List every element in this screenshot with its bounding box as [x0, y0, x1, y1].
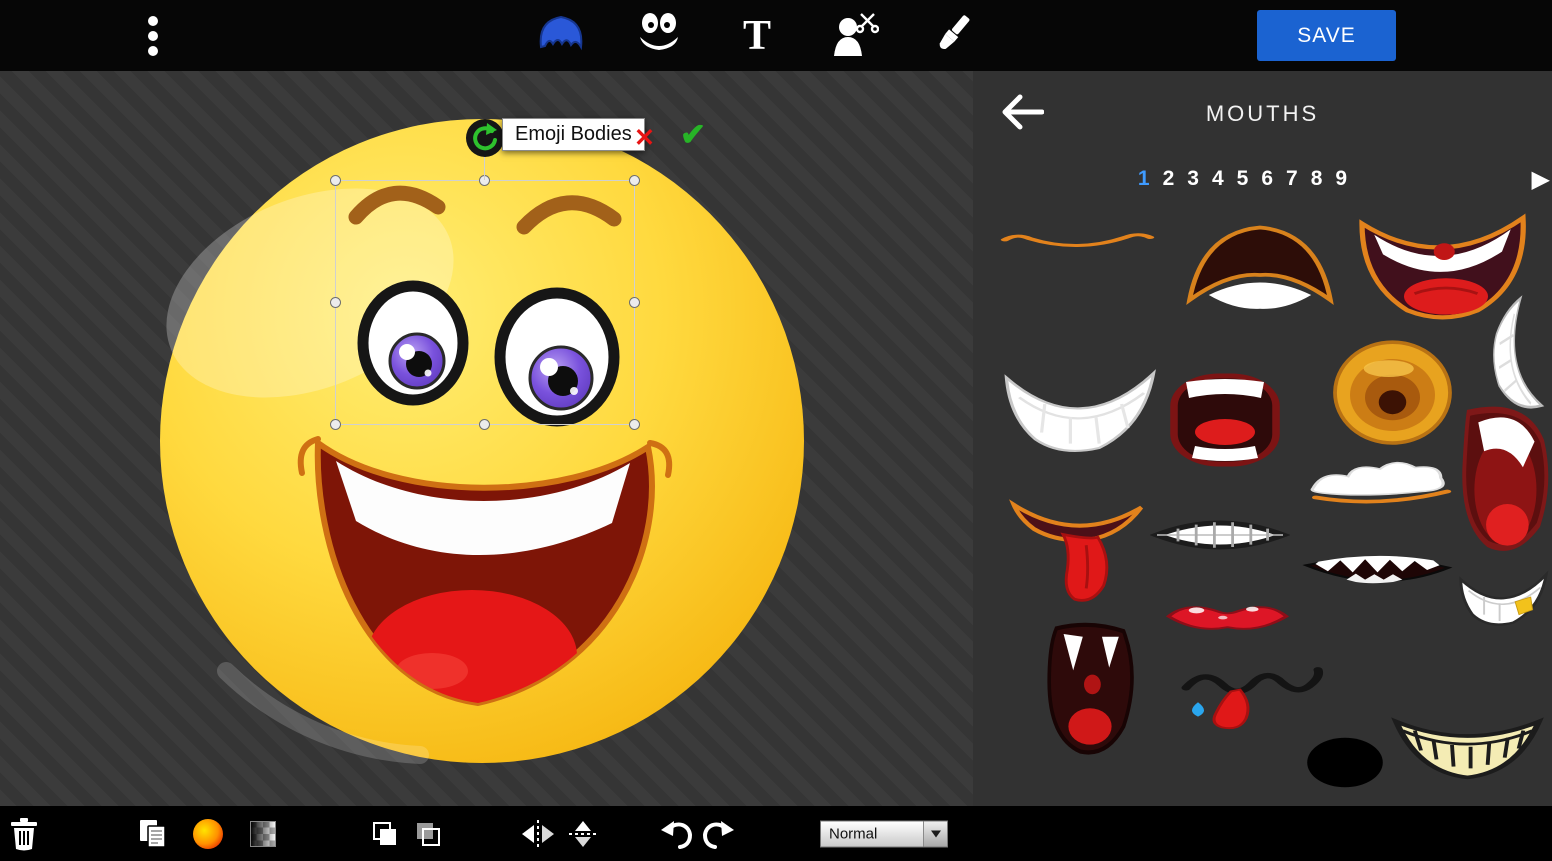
mouth-thumbnail-screaming-fangs[interactable]: [1030, 620, 1150, 760]
mouth-thumbnail-monster-fangs[interactable]: [1300, 540, 1455, 600]
top-toolbar: T: [0, 0, 1552, 71]
tool-cutout[interactable]: [829, 10, 881, 62]
mouth-thumbnail-wide-white-grin[interactable]: [1000, 360, 1160, 470]
bring-forward-button[interactable]: [371, 820, 399, 848]
rotate-stem: [484, 155, 485, 180]
mouth-thumbnail-round-funnel[interactable]: [1330, 335, 1455, 455]
mouth-grid: [973, 71, 1552, 806]
mouth-thumbnail-closed-grin[interactable]: [1150, 495, 1290, 575]
tooltip-label: Emoji Bodies: [515, 123, 632, 146]
paintbrush-icon: [930, 12, 976, 59]
tool-hair[interactable]: [535, 10, 587, 62]
wig-icon: [537, 13, 585, 58]
tool-paint[interactable]: [927, 10, 979, 62]
save-button[interactable]: SAVE: [1257, 10, 1396, 61]
rotate-handle[interactable]: [466, 119, 504, 157]
redo-icon: [702, 837, 736, 852]
selection-handle[interactable]: [479, 419, 490, 430]
redo-button[interactable]: [702, 819, 736, 849]
selection-box[interactable]: [335, 180, 635, 425]
blend-mode-value: Normal: [821, 821, 923, 846]
mouth-thumbnail-wide-toothy-grin[interactable]: [1390, 700, 1545, 790]
selection-handle[interactable]: [330, 419, 341, 430]
blend-mode-select[interactable]: Normal: [820, 820, 948, 847]
mouth-thumbnail-tongue-out[interactable]: [1005, 475, 1150, 610]
tool-group: T: [535, 0, 979, 71]
tool-faces[interactable]: [633, 10, 685, 62]
mouth-thumbnail-gold-tooth-grin[interactable]: [1455, 565, 1552, 645]
transparency-button[interactable]: [250, 821, 276, 847]
text-tool-icon: T: [743, 12, 771, 60]
mouth-thumbnail-thin-smile[interactable]: [995, 205, 1160, 265]
kebab-menu-icon: [147, 46, 159, 61]
selection-handle[interactable]: [330, 297, 341, 308]
mouth-thumbnail-red-lips[interactable]: [1150, 590, 1305, 650]
selection-handle[interactable]: [629, 297, 640, 308]
flip-horizontal-button[interactable]: [520, 819, 556, 849]
copy-icon: [139, 837, 167, 852]
cancel-button[interactable]: ✕: [634, 123, 655, 153]
editor-canvas[interactable]: Emoji Bodies ✕ ✔: [0, 71, 973, 806]
send-backward-icon: [414, 836, 442, 851]
selection-handle[interactable]: [629, 419, 640, 430]
menu-button[interactable]: [138, 14, 168, 58]
selection-tooltip: Emoji Bodies: [502, 118, 645, 151]
dropdown-arrow-icon[interactable]: [923, 821, 947, 846]
mouth-thumbnail-crazy-squiggle[interactable]: [1180, 650, 1330, 740]
selection-handle[interactable]: [330, 175, 341, 186]
rotate-arrow-icon: [469, 142, 501, 157]
person-scissors-icon: [831, 12, 879, 59]
undo-button[interactable]: [659, 819, 693, 849]
trash-icon: [9, 839, 39, 854]
mouths-panel: MOUTHS 123456789 ▶: [973, 71, 1552, 806]
mouth-thumbnail-laughing-open-top[interactable]: [1180, 215, 1340, 340]
color-button[interactable]: [193, 819, 223, 849]
smiley-face-icon: [634, 12, 684, 59]
mouth-thumbnail-big-open-red[interactable]: [1455, 400, 1552, 560]
color-wheel-icon: [193, 819, 223, 849]
flip-horizontal-icon: [520, 837, 556, 852]
flip-vertical-button[interactable]: [568, 819, 598, 849]
transparency-gradient-icon: [250, 835, 276, 850]
send-backward-button[interactable]: [414, 820, 442, 848]
flip-vertical-icon: [568, 837, 598, 852]
mouth-thumbnail-wavy-closed[interactable]: [1300, 445, 1460, 520]
mouth-thumbnail-shouting[interactable]: [1150, 370, 1300, 470]
delete-button[interactable]: [9, 817, 39, 851]
bring-forward-icon: [371, 836, 399, 851]
duplicate-button[interactable]: [139, 819, 167, 849]
selection-handle[interactable]: [629, 175, 640, 186]
confirm-button[interactable]: ✔: [680, 117, 706, 153]
bottom-toolbar: Normal: [0, 806, 1552, 861]
tool-text[interactable]: T: [731, 10, 783, 62]
mouth-thumbnail-black-hole[interactable]: [1300, 730, 1390, 795]
undo-icon: [659, 837, 693, 852]
